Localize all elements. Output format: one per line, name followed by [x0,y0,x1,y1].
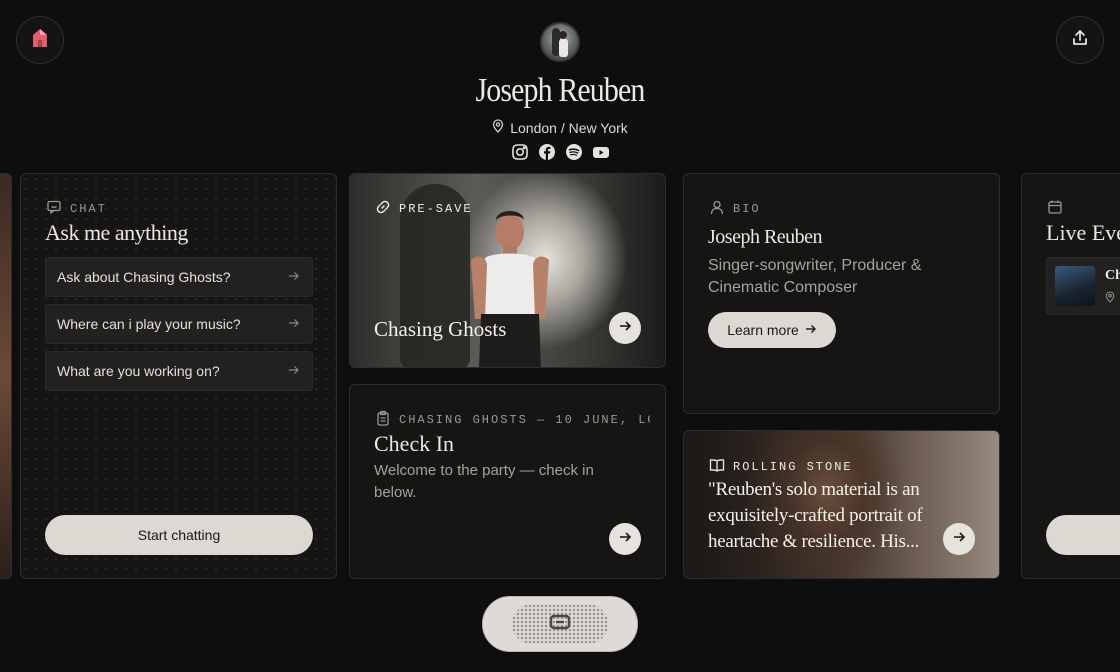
event-title: Ch [1105,268,1120,283]
social-links [0,143,1120,161]
location: London / New York [0,119,1120,136]
location-text: London / New York [510,119,628,136]
arrow-right-icon [618,530,632,549]
presave-label: PRE-SAVE [375,199,473,219]
arrow-right-icon [288,269,300,285]
bio-description: Singer-songwriter, Producer & Cinematic … [708,257,922,296]
rolling-stone-label: ROLLING STONE [709,457,853,477]
live-events-card: Live Events Ch [1021,173,1120,579]
share-button[interactable] [1056,16,1104,64]
presave-card[interactable]: PRE-SAVE Chasing Ghosts [349,173,666,368]
chat-card: CHAT Ask me anything Ask about Chasing G… [20,173,337,579]
chat-prompt-working-on[interactable]: What are you working on? [45,351,313,391]
checkin-label: CHASING GHOSTS — 10 JUNE, LO… [375,410,650,430]
chat-title: Ask me anything [45,220,188,245]
chat-launcher-button[interactable] [482,596,638,652]
chat-prompt-play-music[interactable]: Where can i play your music? [45,304,313,344]
arrow-right-icon [288,363,300,379]
chat-prompt-chasing-ghosts[interactable]: Ask about Chasing Ghosts? [45,257,313,297]
spotify-icon[interactable] [565,143,583,161]
learn-more-button[interactable]: Learn more [708,312,836,348]
bio-name: Joseph Reuben [708,226,823,248]
arrow-right-icon [618,319,632,338]
arrow-right-icon [805,322,817,338]
profile-name: Joseph Reuben [475,72,646,109]
event-thumbnail [1055,266,1095,306]
home-icon [31,28,49,53]
presave-title: Chasing Ghosts [374,317,507,341]
link-icon [375,199,391,219]
bio-card: BIO Joseph Reuben Singer-songwriter, Pro… [683,173,1000,414]
start-chatting-button[interactable]: Start chatting [45,515,313,555]
bio-label: BIO [709,199,761,219]
live-events-title: Live Events [1046,220,1120,245]
checkin-arrow-button[interactable] [609,523,641,555]
calendar-icon [1047,199,1063,220]
youtube-icon[interactable] [592,143,610,161]
arrow-right-icon [288,316,300,332]
instagram-icon[interactable] [511,143,529,161]
checkin-card[interactable]: CHASING GHOSTS — 10 JUNE, LO… Check In W… [349,384,666,579]
presave-arrow-button[interactable] [609,312,641,344]
facebook-icon[interactable] [538,143,556,161]
checkin-description: Welcome to the party — check in below. [374,462,594,501]
share-icon [1071,29,1089,52]
chat-bubble-icon [46,199,62,219]
user-icon [709,199,725,219]
rolling-stone-card[interactable]: ROLLING STONE "Reuben's solo material is… [683,430,1000,579]
event-item[interactable]: Ch [1046,257,1120,315]
map-pin-icon [1105,290,1115,308]
rolling-stone-arrow-button[interactable] [943,523,975,555]
events-button[interactable] [1046,515,1120,555]
checkin-title: Check In [374,431,455,456]
book-icon [709,457,725,477]
map-pin-icon [492,119,504,136]
arrow-right-icon [952,530,966,549]
chat-label: CHAT [46,199,107,219]
avatar [540,22,580,62]
dot-pattern [512,604,608,644]
home-button[interactable] [16,16,64,64]
press-quote: "Reuben's solo material is an exquisitel… [708,479,923,552]
clipboard-icon [375,410,391,430]
previous-card[interactable] [0,173,12,579]
chat-logo-icon [549,614,571,635]
